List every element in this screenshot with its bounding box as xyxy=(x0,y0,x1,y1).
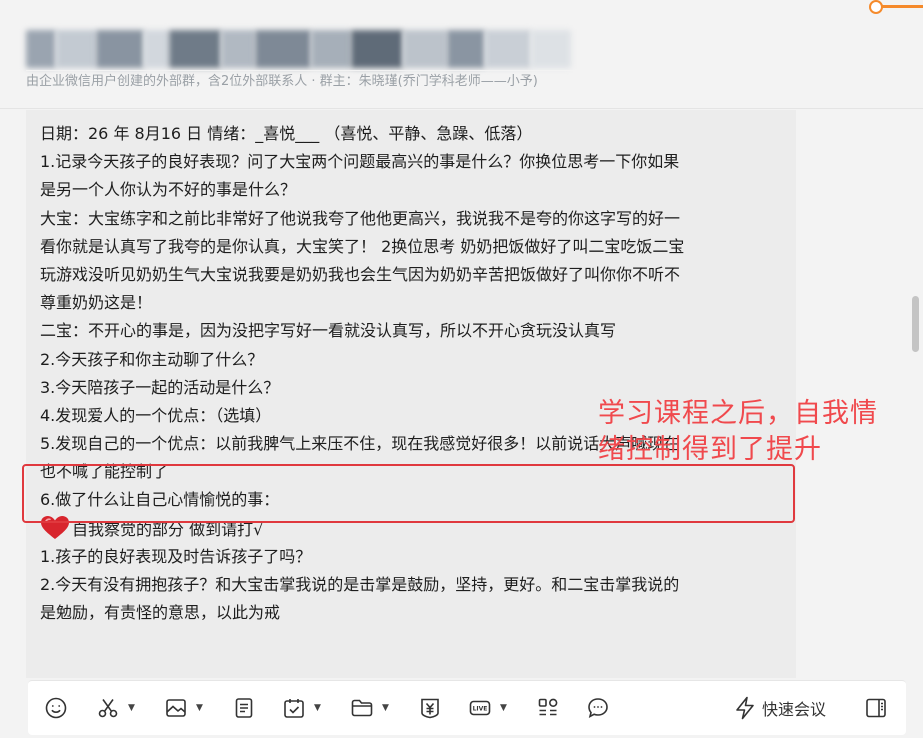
payment-button[interactable] xyxy=(418,695,442,721)
apps-icon xyxy=(538,698,558,716)
chevron-down-icon[interactable]: ▼ xyxy=(382,703,389,713)
lightning-icon xyxy=(736,696,754,720)
scissors-icon xyxy=(98,699,118,718)
calendar-icon xyxy=(284,699,304,718)
chat-bubble-button[interactable] xyxy=(586,695,610,721)
message-line: 1.孩子的良好表现及时告诉孩子了吗？ xyxy=(40,546,312,566)
chevron-down-icon[interactable]: ▼ xyxy=(500,703,507,713)
message-bubble: 日期：26 年 8月16 日 情绪：_喜悦___ （喜悦、平静、急躁、低落） 1… xyxy=(26,110,796,678)
annotation-text: 学习课程之后，自我情 绪控制得到了提升 xyxy=(598,396,913,468)
heart-line-text: 自我察觉的部分 做到请打√ xyxy=(72,519,264,539)
chat-window: 由企业微信用户创建的外部群，含2位外部联系人 · 群主：朱晓瑾(乔门学科老师——… xyxy=(0,0,923,738)
compose-toolbar: ▼ ▼ ▼ ▼ LIVE ▼ 快速会议 xyxy=(28,680,906,735)
chat-header: 由企业微信用户创建的外部群，含2位外部联系人 · 群主：朱晓瑾(乔门学科老师——… xyxy=(0,0,923,109)
payment-icon xyxy=(421,698,439,719)
sidebar-toggle-button[interactable] xyxy=(864,696,888,720)
chat-bubble-icon xyxy=(588,698,608,719)
message-line: 2.今天有没有拥抱孩子？和大宝击掌我说的是击掌是鼓励，坚持，更好。和二宝击掌我说… xyxy=(40,575,680,594)
message-line: 看你就是认真写了我夸的是你认真，大宝笑了！ 2换位思考 奶奶把饭做好了叫二宝吃饭… xyxy=(40,236,685,256)
message-line-heart: 自我察觉的部分 做到请打√ xyxy=(40,515,785,543)
image-icon xyxy=(166,699,186,717)
blurred-group-title xyxy=(26,30,571,68)
calendar-button[interactable]: ▼ xyxy=(282,695,321,721)
group-subtitle: 由企业微信用户创建的外部群，含2位外部联系人 · 群主：朱晓瑾(乔门学科老师——… xyxy=(26,70,726,94)
live-button[interactable]: LIVE ▼ xyxy=(468,695,507,721)
heart-icon xyxy=(41,515,69,539)
document-icon xyxy=(235,698,253,718)
live-icon: LIVE xyxy=(469,700,491,716)
message-line: 玩游戏没听见奶奶生气大宝说我要是奶奶我也会生气因为奶奶辛苦把饭做好了叫你你不听不 xyxy=(40,264,681,284)
message-line: 是另一个人你认为不好的事是什么？ xyxy=(40,180,297,200)
message-line: 尊重奶奶这是！ xyxy=(40,293,153,313)
message-line: 大宝：大宝练字和之前比非常好了他说我夸了他他更高兴，我说我不是夸的你这字写的好一 xyxy=(40,208,681,228)
live-label: LIVE xyxy=(473,706,488,713)
apps-button[interactable] xyxy=(536,695,560,721)
document-button[interactable] xyxy=(232,695,256,721)
message-line: 日期：26 年 8月16 日 情绪：_喜悦___ （喜悦、平静、急躁、低落） xyxy=(40,124,533,143)
quick-meeting-label: 快速会议 xyxy=(762,700,827,719)
message-line: 6.做了什么让自己心情愉悦的事： xyxy=(40,490,280,510)
message-line: 2.今天孩子和你主动聊了什么？ xyxy=(40,349,264,369)
chevron-down-icon[interactable]: ▼ xyxy=(128,703,135,713)
annotation-line-1: 学习课程之后，自我情 xyxy=(598,398,878,429)
folder-button[interactable]: ▼ xyxy=(350,695,389,721)
sidebar-panel-icon xyxy=(866,698,886,718)
message-text: 日期：26 年 8月16 日 情绪：_喜悦___ （喜悦、平静、急躁、低落） 1… xyxy=(40,120,785,627)
emoji-icon xyxy=(45,697,67,719)
scrollbar-thumb[interactable] xyxy=(912,296,919,352)
message-line: 是勉励，有责怪的意思，以此为戒 xyxy=(40,603,281,623)
screenshot-button[interactable]: ▼ xyxy=(96,695,135,721)
chevron-down-icon[interactable]: ▼ xyxy=(314,703,321,713)
chevron-down-icon[interactable]: ▼ xyxy=(196,703,203,713)
image-button[interactable]: ▼ xyxy=(164,695,203,721)
emoji-button[interactable] xyxy=(44,695,68,721)
annotation-line-2: 绪控制得到了提升 xyxy=(598,434,822,465)
message-line: 二宝：不开心的事是，因为没把字写好一看就没认真写，所以不开心贪玩没认真写 xyxy=(40,321,617,341)
folder-icon xyxy=(351,699,373,717)
message-line: 1.记录今天孩子的良好表现？问了大宝两个问题最高兴的事是什么？你换位思考一下你如… xyxy=(40,152,680,172)
window-resize-handle[interactable] xyxy=(863,0,923,14)
quick-meeting-button[interactable]: 快速会议 xyxy=(734,694,826,722)
